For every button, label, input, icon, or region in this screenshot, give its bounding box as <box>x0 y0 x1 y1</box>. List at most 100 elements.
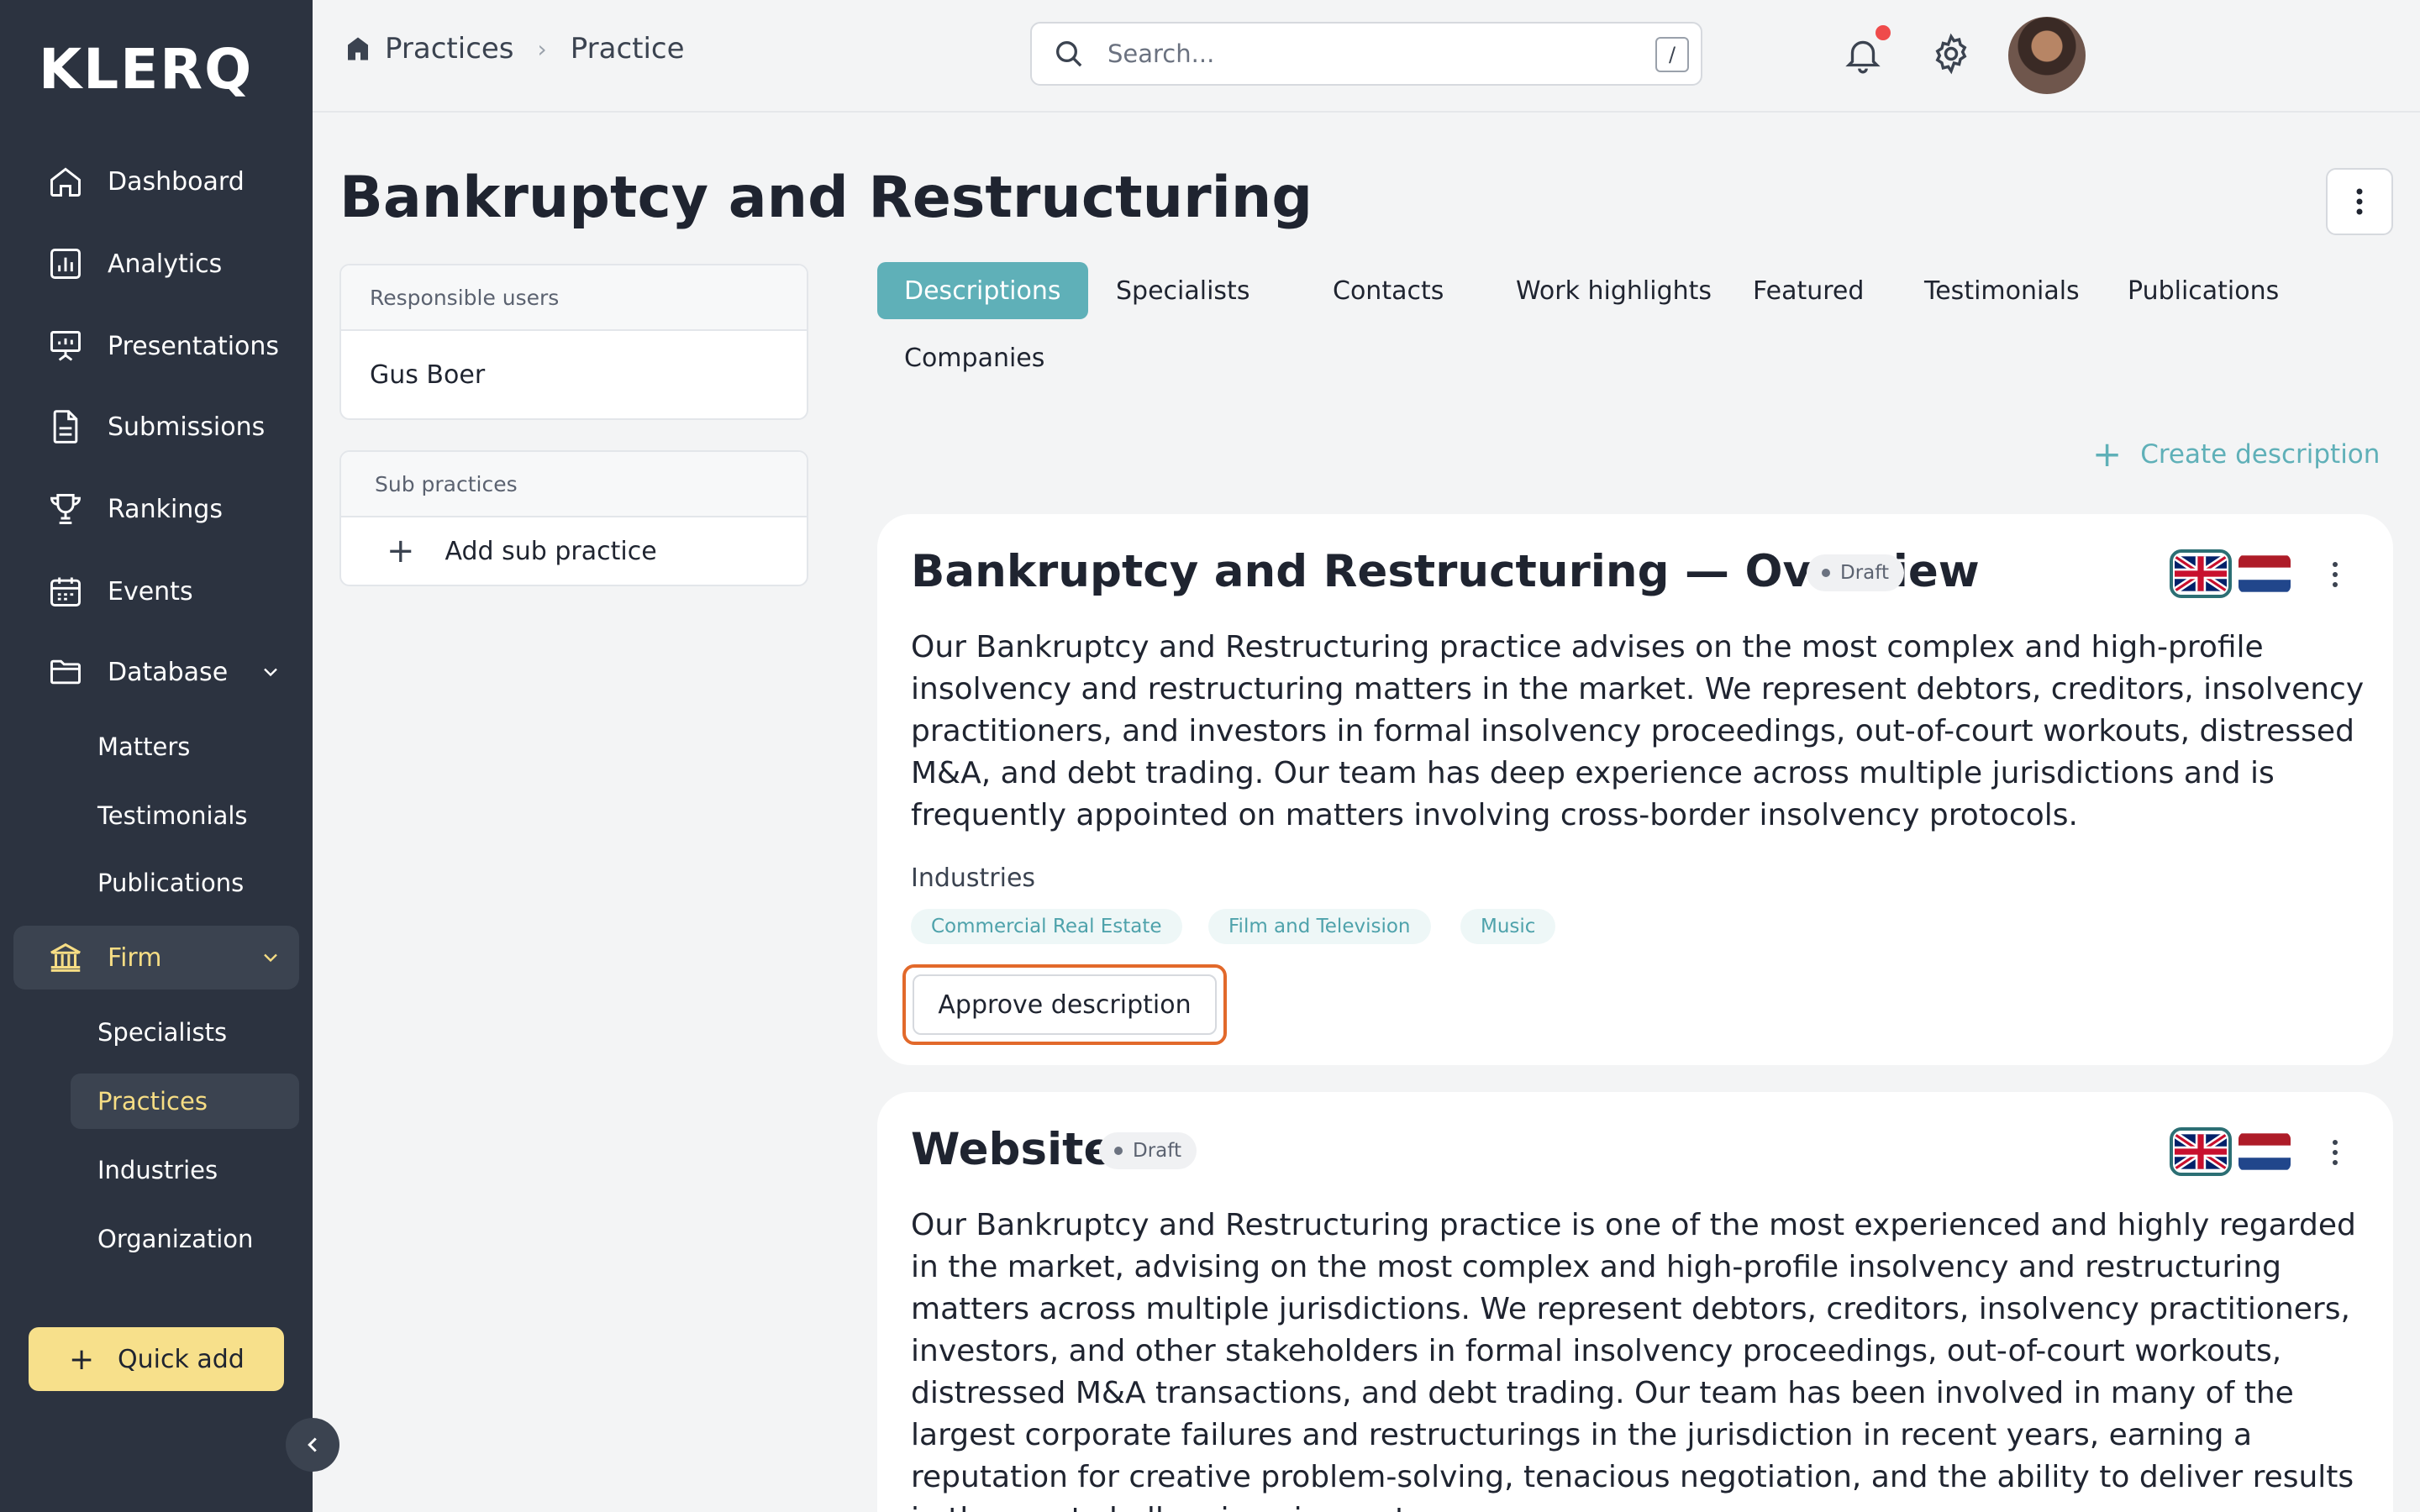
sidebar-subitem-matters[interactable]: Matters <box>71 719 299 774</box>
gear-icon[interactable] <box>1929 32 1973 76</box>
chevron-right-icon: › <box>537 34 547 63</box>
breadcrumb-practice[interactable]: Practice <box>571 32 685 66</box>
tab-testimonials[interactable]: Testimonials <box>1897 262 2107 319</box>
status-dot <box>1822 569 1830 577</box>
page-title: Bankruptcy and Restructuring <box>339 165 1313 231</box>
breadcrumb-practices[interactable]: Practices <box>385 32 514 66</box>
flag-nl-icon[interactable] <box>2238 1132 2291 1171</box>
add-sub-practice-button[interactable]: + Add sub practice <box>341 517 807 585</box>
industries-label: Industries <box>911 864 1036 893</box>
status-label: Draft <box>1133 1140 1181 1162</box>
description-title: Website <box>911 1124 1114 1175</box>
search-placeholder: Search... <box>1107 39 1215 68</box>
add-sub-practice-label: Add sub practice <box>445 536 657 566</box>
tab-specialists[interactable]: Specialists <box>1089 262 1276 319</box>
status-label: Draft <box>1840 562 1889 584</box>
card-more-icon[interactable] <box>2323 1136 2348 1169</box>
sidebar-subitem-label: Publications <box>97 869 245 897</box>
create-description-button[interactable]: + Create description <box>2092 433 2380 475</box>
flag-uk-icon[interactable] <box>2170 549 2232 598</box>
sidebar-item-rankings[interactable]: Rankings <box>13 477 299 541</box>
bar-chart-icon <box>45 244 86 284</box>
sidebar-item-presentations[interactable]: Presentations <box>13 314 299 378</box>
building-icon <box>348 37 368 60</box>
calendar-icon <box>45 571 86 612</box>
status-badge: Draft <box>1807 554 1904 591</box>
sidebar-subitem-label: Testimonials <box>97 801 248 830</box>
plus-icon: + <box>387 532 415 570</box>
top-bar: Practices › Practice Search... / <box>313 0 2420 113</box>
industry-chip[interactable]: Music <box>1460 909 1556 944</box>
description-card: Bankruptcy and Restructuring — Overview … <box>877 514 2393 1065</box>
document-icon <box>45 407 86 447</box>
panel-header: Sub practices <box>341 452 807 517</box>
sidebar-subitem-industries[interactable]: Industries <box>71 1142 299 1198</box>
create-description-label: Create description <box>2140 438 2381 470</box>
sidebar-item-label: Rankings <box>108 494 223 524</box>
collapse-sidebar-button[interactable] <box>286 1418 339 1472</box>
description-card: Website Draft Our Bankruptcy and Restruc… <box>877 1092 2393 1512</box>
sidebar-item-label: Presentations <box>108 331 280 361</box>
quick-add-label: Quick add <box>118 1344 245 1374</box>
avatar[interactable] <box>2008 17 2086 94</box>
kebab-icon <box>2356 188 2363 215</box>
sub-practices-panel: Sub practices + Add sub practice <box>339 450 808 586</box>
quick-add-button[interactable]: + Quick add <box>29 1327 284 1391</box>
trophy-icon <box>45 489 86 529</box>
panel-header: Responsible users <box>341 265 807 331</box>
notification-dot <box>1876 25 1891 40</box>
status-dot <box>1114 1147 1123 1155</box>
status-badge: Draft <box>1099 1132 1197 1169</box>
sidebar-item-label: Database <box>108 657 229 687</box>
sidebar-subitem-organization[interactable]: Organization <box>71 1211 299 1267</box>
sidebar-item-label: Submissions <box>108 412 266 442</box>
tab-featured[interactable]: Featured <box>1726 262 1891 319</box>
sidebar-subitem-label: Industries <box>97 1156 218 1184</box>
card-more-icon[interactable] <box>2323 558 2348 591</box>
description-text: Our Bankruptcy and Restructuring practic… <box>911 630 2365 832</box>
tab-contacts[interactable]: Contacts <box>1306 262 1470 319</box>
search-input[interactable]: Search... / <box>1030 22 1702 86</box>
page-more-button[interactable] <box>2326 168 2393 235</box>
sidebar-item-firm[interactable]: Firm <box>13 926 299 990</box>
description-text: Our Bankruptcy and Restructuring practic… <box>911 1208 2356 1512</box>
sidebar-item-label: Dashboard <box>108 166 245 197</box>
sidebar-subitem-testimonials[interactable]: Testimonials <box>71 788 299 843</box>
industry-chip[interactable]: Commercial Real Estate <box>911 909 1182 944</box>
sidebar-subitem-label: Organization <box>97 1225 254 1253</box>
home-icon <box>45 161 86 202</box>
industry-chip[interactable]: Film and Television <box>1208 909 1431 944</box>
app-logo[interactable]: KLERQ <box>39 37 253 102</box>
sidebar-item-label: Firm <box>108 942 162 973</box>
tab-publications[interactable]: Publications <box>2101 262 2306 319</box>
sidebar: KLERQ Dashboard Analytics Presentations … <box>0 0 313 1512</box>
presentation-icon <box>45 326 86 366</box>
sidebar-item-label: Analytics <box>108 249 223 279</box>
flag-uk-icon[interactable] <box>2170 1127 2232 1176</box>
sidebar-item-events[interactable]: Events <box>13 559 299 623</box>
folder-icon <box>45 652 86 692</box>
chevron-left-icon <box>308 1437 317 1452</box>
search-icon <box>1056 41 1082 67</box>
sidebar-item-dashboard[interactable]: Dashboard <box>13 150 299 213</box>
sidebar-item-database[interactable]: Database <box>13 640 299 704</box>
sidebar-item-analytics[interactable]: Analytics <box>13 232 299 296</box>
chevron-down-icon <box>259 946 282 973</box>
responsible-users-panel: Responsible users Gus Boer <box>339 264 808 420</box>
flag-nl-icon[interactable] <box>2238 554 2291 593</box>
bell-icon[interactable] <box>1842 34 1884 76</box>
breadcrumb: Practices › Practice <box>343 32 685 66</box>
approve-description-button[interactable]: Approve description <box>913 974 1217 1035</box>
sidebar-item-submissions[interactable]: Submissions <box>13 395 299 459</box>
sidebar-subitem-label: Practices <box>97 1087 208 1116</box>
sidebar-subitem-publications[interactable]: Publications <box>71 855 299 911</box>
sidebar-subitem-label: Specialists <box>97 1018 228 1047</box>
tab-descriptions[interactable]: Descriptions <box>877 262 1088 319</box>
responsible-user[interactable]: Gus Boer <box>341 331 807 418</box>
sidebar-subitem-practices[interactable]: Practices <box>71 1074 299 1129</box>
search-shortcut-key: / <box>1655 37 1689 72</box>
tab-work-highlights[interactable]: Work highlights <box>1489 262 1739 319</box>
tab-companies[interactable]: Companies <box>877 329 1071 386</box>
plus-icon: + <box>69 1341 95 1377</box>
sidebar-subitem-specialists[interactable]: Specialists <box>71 1005 299 1060</box>
